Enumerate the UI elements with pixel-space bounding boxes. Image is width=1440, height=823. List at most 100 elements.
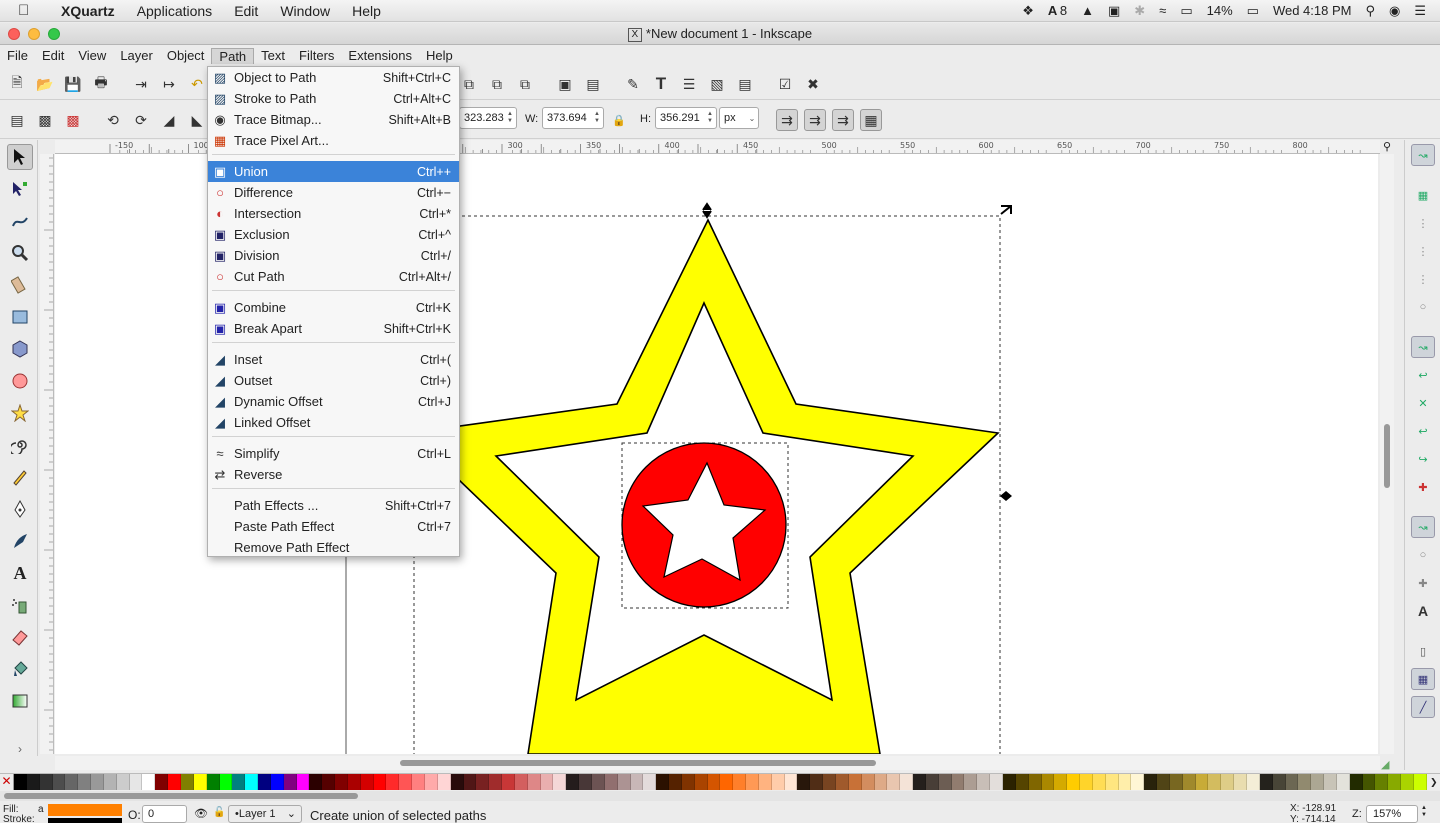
menu-item-combine[interactable]: ▣ Combine Ctrl+K	[208, 297, 459, 318]
palette-swatch[interactable]	[810, 774, 824, 790]
snap-page-border-icon[interactable]: ▯	[1411, 640, 1435, 662]
x-spin-arrows[interactable]: ▲ ▼	[504, 111, 516, 125]
palette-swatch[interactable]	[540, 774, 554, 790]
palette-swatch[interactable]	[14, 774, 27, 790]
palette-swatch[interactable]	[1105, 774, 1119, 790]
menu-item-exclusion[interactable]: ▣ Exclusion Ctrl+^	[208, 224, 459, 245]
fill-swatch[interactable]	[48, 804, 122, 816]
xml-editor-icon[interactable]: ▧	[706, 73, 728, 95]
vertical-scrollbar[interactable]	[1380, 154, 1394, 754]
palette-swatch[interactable]	[39, 774, 53, 790]
palette-swatch[interactable]	[476, 774, 490, 790]
clock[interactable]: Wed 4:18 PM	[1273, 3, 1352, 18]
menu-object[interactable]: Object	[160, 48, 212, 63]
menu-item-union[interactable]: ▣ Union Ctrl++	[208, 161, 459, 182]
menu-item-stroke-to-path[interactable]: ▨ Stroke to Path Ctrl+Alt+C	[208, 88, 459, 109]
selector-tool-icon[interactable]	[7, 144, 33, 170]
unit-select[interactable]: px ⌄	[719, 107, 759, 129]
palette-swatch[interactable]	[1285, 774, 1299, 790]
sticky-zoom-icon[interactable]: ◢	[1381, 758, 1389, 771]
palette-swatch[interactable]	[1118, 774, 1132, 790]
palette-swatch[interactable]	[861, 774, 875, 790]
siri-icon[interactable]: ◉	[1389, 3, 1400, 19]
menu-help[interactable]: Help	[419, 48, 460, 63]
palette-swatch[interactable]	[335, 774, 348, 790]
select-all-layers-icon[interactable]: ▩	[34, 109, 56, 131]
palette-swatch[interactable]	[669, 774, 682, 790]
snap-others-icon[interactable]: ↝	[1411, 516, 1435, 538]
clone-icon[interactable]: ⧉	[486, 73, 508, 95]
palette-swatch[interactable]	[193, 774, 207, 790]
palette-swatch[interactable]	[65, 774, 79, 790]
gradient-tool-icon[interactable]	[7, 688, 33, 714]
scale-stroke-icon[interactable]: ⇉	[776, 109, 798, 131]
palette-swatch[interactable]	[206, 774, 220, 790]
wifi-icon[interactable]: ≈	[1159, 3, 1166, 18]
palette-swatch[interactable]	[1324, 774, 1337, 790]
text-tool-icon[interactable]: A	[7, 560, 33, 586]
palette-swatch[interactable]	[1041, 774, 1055, 790]
deselect-icon[interactable]: ▩	[62, 109, 84, 131]
menu-file[interactable]: File	[0, 48, 35, 63]
macos-menu-window[interactable]: Window	[269, 3, 341, 19]
palette-swatch[interactable]	[720, 774, 734, 790]
menu-item-simplify[interactable]: ≈ Simplify Ctrl+L	[208, 443, 459, 464]
palette-swatch[interactable]	[1311, 774, 1325, 790]
zoom-spin-arrows[interactable]: ▲ ▼	[1421, 805, 1427, 819]
snap-nodes-icon[interactable]: ↝	[1411, 336, 1435, 358]
vertical-ruler[interactable]	[40, 154, 54, 754]
palette-swatch[interactable]	[784, 774, 798, 790]
palette-swatch[interactable]	[1349, 774, 1363, 790]
flip-vertical-icon[interactable]: ◣	[186, 109, 208, 131]
palette-swatch[interactable]	[1234, 774, 1247, 790]
palette-swatch[interactable]	[1413, 774, 1427, 790]
pencil-tool-icon[interactable]	[7, 464, 33, 490]
menu-filters[interactable]: Filters	[292, 48, 341, 63]
palette-swatch[interactable]	[656, 774, 670, 790]
palette-swatch[interactable]	[78, 774, 92, 790]
palette-swatch[interactable]	[630, 774, 644, 790]
palette-swatch[interactable]	[1002, 774, 1016, 790]
palette-swatch[interactable]	[322, 774, 336, 790]
palette-swatch[interactable]	[386, 774, 400, 790]
node-tool-icon[interactable]	[7, 176, 33, 202]
palette-swatch[interactable]	[694, 774, 708, 790]
snap-cusp-nodes-icon[interactable]: ↩	[1411, 420, 1435, 442]
palette-swatch[interactable]	[1375, 774, 1389, 790]
layer-select[interactable]: •Layer 1 ⌄	[228, 805, 302, 823]
snap-text-baseline-icon[interactable]: A	[1411, 600, 1435, 622]
expand-toolbox-icon[interactable]: ›	[7, 736, 33, 762]
palette-swatch[interactable]	[142, 774, 156, 790]
bluetooth-icon[interactable]: ✱	[1134, 3, 1145, 19]
palette-swatch[interactable]	[219, 774, 233, 790]
palette-swatch[interactable]	[990, 774, 1003, 790]
palette-swatch[interactable]	[1169, 774, 1183, 790]
palette-swatch[interactable]	[746, 774, 759, 790]
text-font-icon[interactable]: T	[650, 73, 672, 95]
palette-swatch[interactable]	[450, 774, 464, 790]
snap-smooth-nodes-icon[interactable]: ↪	[1411, 448, 1435, 470]
palette-swatch[interactable]	[1092, 774, 1106, 790]
palette-swatch[interactable]	[1208, 774, 1222, 790]
spiral-tool-icon[interactable]	[7, 432, 33, 458]
palette-swatch[interactable]	[1272, 774, 1286, 790]
snap-line-midpoints-icon[interactable]: ✚	[1411, 476, 1435, 498]
menu-item-remove-path-effect[interactable]: Remove Path Effect	[208, 537, 459, 558]
palette-swatch[interactable]	[1015, 774, 1029, 790]
palette-swatch[interactable]	[258, 774, 271, 790]
palette-swatch[interactable]	[1388, 774, 1402, 790]
palette-swatch[interactable]	[463, 774, 477, 790]
palette-swatch[interactable]	[797, 774, 811, 790]
menu-extensions[interactable]: Extensions	[341, 48, 419, 63]
palette-swatch[interactable]	[1247, 774, 1260, 790]
group-icon[interactable]: ▣	[554, 73, 576, 95]
dropbox-icon[interactable]: ❖	[1022, 3, 1034, 19]
palette-swatch[interactable]	[707, 774, 721, 790]
opacity-field[interactable]: 0	[142, 805, 187, 823]
palette-swatch[interactable]	[1259, 774, 1273, 790]
palette-swatch[interactable]	[938, 774, 952, 790]
palette-swatch[interactable]	[1028, 774, 1042, 790]
align-distribute-icon[interactable]: ▤	[734, 73, 756, 95]
palette-scrollbar[interactable]	[0, 791, 1440, 801]
palette-swatch[interactable]	[437, 774, 451, 790]
